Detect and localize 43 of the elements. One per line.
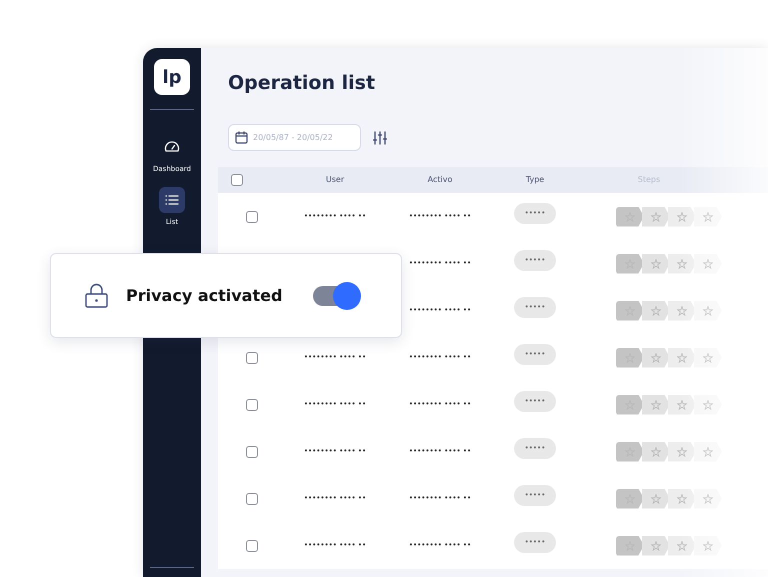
lock-icon [85, 282, 108, 308]
gauge-icon [164, 140, 180, 154]
star-icon [703, 494, 713, 504]
privacy-toggle[interactable] [313, 282, 361, 310]
star-icon [677, 352, 687, 362]
star-icon [677, 540, 687, 550]
page-title: Operation list [228, 71, 376, 96]
logo: lp [154, 59, 190, 95]
checkbox[interactable] [246, 446, 258, 458]
checkbox[interactable] [246, 398, 258, 410]
star-icon [703, 306, 713, 316]
star-icon [677, 400, 687, 410]
star-icon [703, 446, 713, 456]
star-icon [703, 540, 713, 550]
column-header: Type [526, 175, 544, 184]
star-icon [677, 494, 687, 504]
star-icon [677, 446, 687, 456]
column-header: Activo [428, 175, 452, 184]
list-icon [164, 194, 179, 206]
star-icon [703, 400, 713, 410]
star-icon [651, 306, 661, 316]
star-icon [703, 212, 713, 222]
checkbox[interactable] [246, 492, 258, 504]
star-icon [651, 400, 661, 410]
star-icon [677, 212, 687, 222]
checkbox[interactable] [246, 352, 258, 364]
filter-sliders-icon[interactable] [373, 130, 387, 144]
star-icon [651, 258, 661, 268]
checkbox[interactable] [246, 540, 258, 552]
star-icon [703, 258, 713, 268]
star-icon [651, 446, 661, 456]
star-icon [651, 352, 661, 362]
column-header: User [326, 175, 344, 184]
star-icon [651, 494, 661, 504]
calendar-icon [235, 131, 248, 144]
star-icon [651, 212, 661, 222]
star-icon [703, 352, 713, 362]
star-icon [677, 258, 687, 268]
star-icon [651, 540, 661, 550]
privacy-label: Privacy activated [126, 284, 282, 306]
checkbox[interactable] [231, 174, 243, 186]
checkbox[interactable] [246, 210, 258, 222]
star-icon [677, 306, 687, 316]
